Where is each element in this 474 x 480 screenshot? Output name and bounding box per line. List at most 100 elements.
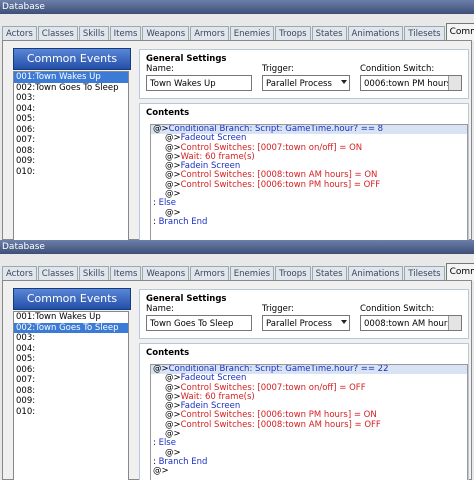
common-events-page: Common Events 001:Town Wakes Up 002:Town … <box>2 40 472 240</box>
trigger-value: Parallel Process <box>266 79 332 89</box>
condition-switch-value: 0006:town PM hours <box>364 79 452 89</box>
tab-enemies[interactable]: Enemies <box>229 266 275 281</box>
name-field[interactable]: Town Goes To Sleep <box>146 315 252 331</box>
list-item[interactable]: 002:Town Goes To Sleep <box>14 83 128 94</box>
general-settings-title: General Settings <box>146 54 227 64</box>
trigger-label: Trigger: <box>262 304 295 314</box>
tab-classes[interactable]: Classes <box>37 26 78 41</box>
list-item[interactable]: 005: <box>14 354 128 365</box>
tab-troops[interactable]: Troops <box>275 266 311 281</box>
tab-items[interactable]: Items <box>109 26 142 41</box>
list-item[interactable]: 008: <box>14 146 128 157</box>
condition-switch-field[interactable]: 0006:town PM hours <box>360 75 462 91</box>
browse-button[interactable] <box>448 76 461 90</box>
command-marker: : <box>153 198 156 209</box>
general-settings-group: General Settings Name: Town Wakes Up Tri… <box>139 49 469 99</box>
list-item[interactable]: 006: <box>14 365 128 376</box>
list-item[interactable]: 004: <box>14 104 128 115</box>
command-marker: : <box>153 216 156 227</box>
event-command-list[interactable]: @>Conditional Branch: Script: GameTime.h… <box>150 124 468 240</box>
contents-group: Contents @>Conditional Branch: Script: G… <box>139 343 469 480</box>
trigger-dropdown[interactable]: Parallel Process <box>262 315 350 331</box>
command-line[interactable]: @>Control Switches: [0008:town AM hours]… <box>151 419 467 430</box>
tab-common-events[interactable]: Common Events <box>445 23 474 41</box>
command-line[interactable]: @> <box>151 467 467 476</box>
trigger-label: Trigger: <box>262 64 295 74</box>
tab-troops[interactable]: Troops <box>275 26 311 41</box>
command-text: Control Switches: [0006:town PM hours] =… <box>180 179 381 190</box>
common-events-header: Common Events <box>13 288 131 310</box>
tab-skills[interactable]: Skills <box>78 266 109 281</box>
tab-enemies[interactable]: Enemies <box>229 26 275 41</box>
tab-weapons[interactable]: Weapons <box>142 26 190 41</box>
command-marker: : <box>153 438 156 449</box>
command-line[interactable]: @>Control Switches: [0006:town PM hours]… <box>151 179 467 190</box>
list-item[interactable]: 003: <box>14 333 128 344</box>
tab-classes[interactable]: Classes <box>37 266 78 281</box>
name-field[interactable]: Town Wakes Up <box>146 75 252 91</box>
condition-switch-value: 0008:town AM hours <box>364 319 452 329</box>
chevron-down-icon[interactable] <box>341 80 347 84</box>
name-label: Name: <box>146 304 174 314</box>
tab-states[interactable]: States <box>311 266 347 281</box>
general-settings-group: General Settings Name: Town Goes To Slee… <box>139 289 469 339</box>
list-item[interactable]: 001:Town Wakes Up <box>14 72 128 83</box>
window-title: Database <box>0 240 474 254</box>
tab-bar: Actors Classes Skills Items Weapons Armors Ene… <box>2 263 474 281</box>
list-item[interactable]: 001:Town Wakes Up <box>14 312 128 323</box>
list-item[interactable]: 010: <box>14 407 128 418</box>
tab-items[interactable]: Items <box>109 266 142 281</box>
event-command-list[interactable]: @>Conditional Branch: Script: GameTime.h… <box>150 364 468 480</box>
common-events-page: Common Events 001:Town Wakes Up 002:Town … <box>2 280 472 480</box>
screenshot-root: Database Actors Classes Skills Items Weapons… <box>0 0 474 480</box>
database-window: Database Actors Classes Skills Items Weapons… <box>0 240 474 480</box>
common-events-list: 001:Town Wakes Up 002:Town Goes To Sleep 0… <box>13 71 129 240</box>
tab-weapons[interactable]: Weapons <box>142 266 190 281</box>
name-label: Name: <box>146 64 174 74</box>
command-line[interactable]: @> <box>151 189 467 199</box>
condition-switch-field[interactable]: 0008:town AM hours <box>360 315 462 331</box>
list-item[interactable]: 010: <box>14 167 128 178</box>
contents-group: Contents @>Conditional Branch: Script: G… <box>139 103 469 240</box>
list-item[interactable]: 005: <box>14 114 128 125</box>
command-line[interactable]: : Else <box>151 439 467 448</box>
window-title: Database <box>0 0 474 14</box>
tab-animations[interactable]: Animations <box>347 26 404 41</box>
command-text: Control Switches: [0008:town AM hours] =… <box>180 419 381 430</box>
list-item[interactable]: 009: <box>14 156 128 167</box>
tab-animations[interactable]: Animations <box>347 266 404 281</box>
command-line[interactable]: @> <box>151 429 467 439</box>
list-item[interactable]: 008: <box>14 386 128 397</box>
tab-actors[interactable]: Actors <box>2 26 37 41</box>
command-line[interactable]: : Else <box>151 199 467 208</box>
tab-bar: Actors Classes Skills Items Weapons Armors Ene… <box>2 23 474 41</box>
trigger-dropdown[interactable]: Parallel Process <box>262 75 350 91</box>
tab-tilesets[interactable]: Tilesets <box>404 26 445 41</box>
list-item[interactable]: 007: <box>14 135 128 146</box>
tab-actors[interactable]: Actors <box>2 266 37 281</box>
list-item[interactable]: 009: <box>14 396 128 407</box>
command-line[interactable]: : Branch End <box>151 216 467 227</box>
tab-tilesets[interactable]: Tilesets <box>404 266 445 281</box>
command-line[interactable]: : Branch End <box>151 457 467 467</box>
tab-skills[interactable]: Skills <box>78 26 109 41</box>
list-item[interactable]: 007: <box>14 375 128 386</box>
tab-states[interactable]: States <box>311 26 347 41</box>
condition-switch-label: Condition Switch: <box>360 304 435 314</box>
list-item[interactable]: 002:Town Goes To Sleep <box>14 322 128 333</box>
condition-switch-label: Condition Switch: <box>360 64 435 74</box>
browse-button[interactable] <box>448 316 461 330</box>
trigger-value: Parallel Process <box>266 319 332 329</box>
list-item[interactable]: 003: <box>14 93 128 104</box>
general-settings-title: General Settings <box>146 294 227 304</box>
tab-common-events[interactable]: Common Events <box>445 263 474 281</box>
command-text: Branch End <box>158 216 208 227</box>
contents-title: Contents <box>146 108 190 118</box>
list-item[interactable]: 006: <box>14 125 128 136</box>
chevron-down-icon[interactable] <box>341 320 347 324</box>
common-events-header: Common Events <box>13 48 131 70</box>
tab-armors[interactable]: Armors <box>190 26 229 41</box>
list-item[interactable]: 004: <box>14 344 128 355</box>
contents-title: Contents <box>146 348 190 358</box>
tab-armors[interactable]: Armors <box>190 266 229 281</box>
